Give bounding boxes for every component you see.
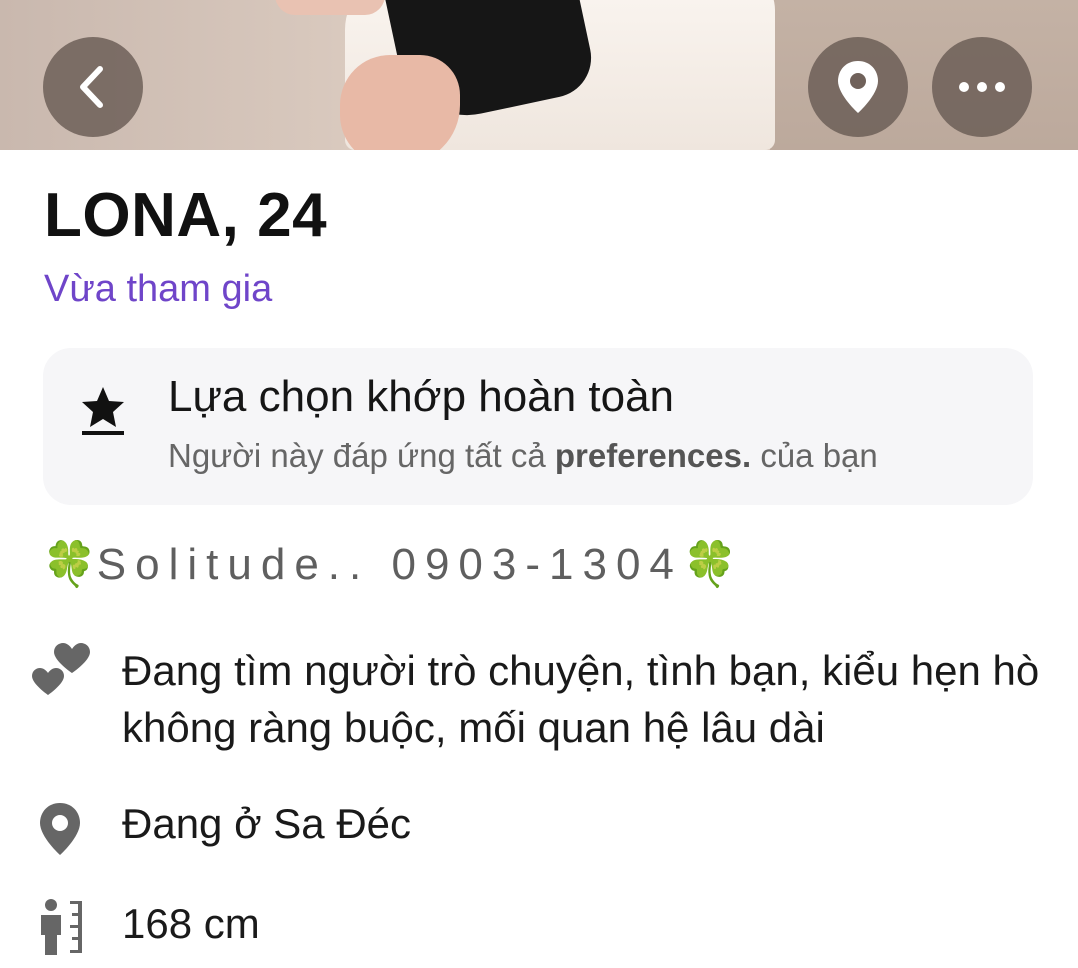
profile-name-age: LONA, 24 [44,181,328,250]
match-subtitle: Người này đáp ứng tất cả preferences. củ… [168,437,878,475]
bio-text: Solitude.. 0903-1304 [96,540,683,589]
location-pin-icon [40,803,80,855]
hearts-icon [32,643,90,695]
more-options-button[interactable] [932,37,1032,137]
profile-photo[interactable] [0,0,1078,150]
location-button[interactable] [808,37,908,137]
match-subtitle-after: của bạn [751,437,878,474]
map-pin-icon [838,61,878,113]
ellipsis-icon [959,82,1005,92]
joined-status: Vừa tham gia [44,268,273,310]
profile-bio: 🍀Solitude.. 0903-1304🍀 [42,538,738,590]
match-subtitle-before: Người này đáp ứng tất cả [168,437,555,474]
photo-hand [340,55,460,150]
clover-emoji: 🍀 [682,540,738,589]
clover-emoji: 🍀 [42,540,97,589]
height-text: 168 cm [122,900,260,947]
star-podium-icon [82,387,124,435]
chevron-left-icon [80,66,103,108]
looking-for-text: Đang tìm người trò chuyện, tình bạn, kiể… [122,647,1040,751]
back-button[interactable] [43,37,143,137]
photo-hand [275,0,385,15]
location-text: Đang ở Sa Đéc [122,800,412,847]
match-title: Lựa chọn khớp hoàn toàn [168,372,675,421]
match-subtitle-bold: preferences. [554,437,752,474]
height-icon [41,899,82,955]
